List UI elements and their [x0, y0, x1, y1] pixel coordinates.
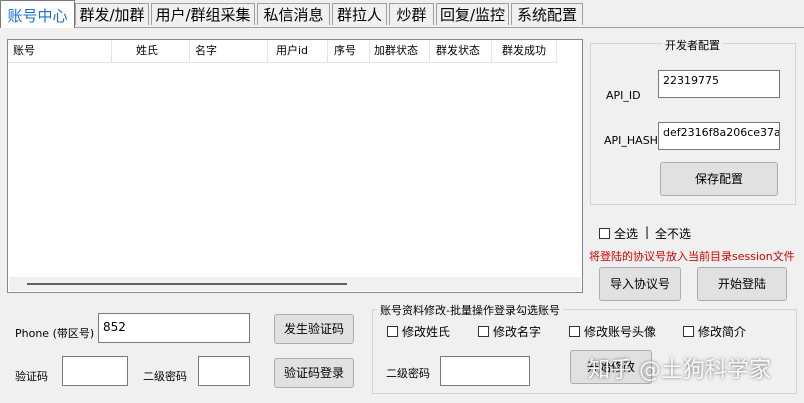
checkbox-box [387, 326, 398, 337]
select-all-label: 全选 [614, 227, 639, 241]
tab-private-message[interactable]: 私信消息 [257, 3, 330, 25]
table-header: 账号 姓氏 名字 用户id 序号 加群状态 群发状态 群发成功 [8, 40, 557, 63]
checkbox-box [569, 326, 580, 337]
column-header[interactable]: 姓氏 [112, 40, 190, 62]
checkbox-box [599, 228, 610, 239]
column-header[interactable]: 序号 [328, 40, 370, 62]
second-password-input[interactable] [198, 356, 250, 386]
api-id-input[interactable]: 22319775 [658, 70, 780, 98]
edit-bio-label: 修改简介 [698, 325, 747, 339]
selection-separator: | [645, 225, 650, 239]
code-input[interactable] [62, 356, 128, 386]
checkbox-box [683, 326, 694, 337]
tab-collect[interactable]: 用户/群组采集 [151, 3, 255, 25]
select-all-checkbox[interactable]: 全选 [599, 225, 638, 242]
code-login-button[interactable]: 验证码登录 [274, 358, 354, 388]
tab-bar: 账号中心 群发/加群 用户/群组采集 私信消息 群拉人 炒群 回复/监控 系统配… [0, 0, 804, 28]
edit-avatar-checkbox[interactable]: 修改账号头像 [569, 323, 656, 340]
watermark: 知乎 @土狗科学家 [588, 358, 771, 383]
send-code-button[interactable]: 发生验证码 [274, 314, 354, 344]
save-config-button[interactable]: 保存配置 [660, 162, 778, 196]
phone-label: Phone (带区号) [15, 327, 95, 340]
edit-bio-checkbox[interactable]: 修改简介 [683, 323, 746, 340]
tab-account-center[interactable]: 账号中心 [0, 0, 75, 28]
batch-second-password-input[interactable] [440, 356, 530, 386]
second-password-label: 二级密码 [143, 370, 187, 383]
phone-input[interactable]: 852 [98, 313, 250, 343]
edit-avatar-label: 修改账号头像 [584, 325, 657, 339]
tab-system-config[interactable]: 系统配置 [511, 3, 583, 25]
edit-lastname-checkbox[interactable]: 修改姓氏 [387, 323, 450, 340]
session-hint: 将登陆的协议号放入当前目录session文件 [589, 250, 795, 263]
batch-second-password-label: 二级密码 [386, 367, 430, 380]
tab-hype-group[interactable]: 炒群 [389, 3, 434, 25]
column-header[interactable]: 群发成功 [492, 40, 557, 62]
api-id-label: API_ID [606, 89, 641, 102]
start-login-button[interactable]: 开始登陆 [697, 267, 787, 301]
code-label: 验证码 [15, 370, 48, 383]
column-header[interactable]: 群发状态 [430, 40, 492, 62]
tab-group-send[interactable]: 群发/加群 [75, 3, 149, 25]
tab-reply-monitor[interactable]: 回复/监控 [436, 3, 509, 25]
column-header[interactable]: 账号 [8, 40, 112, 62]
edit-firstname-checkbox[interactable]: 修改名字 [478, 323, 541, 340]
edit-lastname-label: 修改姓氏 [402, 325, 451, 339]
batch-edit-title: 账号资料修改-批量操作登录勾选账号 [377, 302, 563, 318]
developer-config-title: 开发者配置 [662, 37, 723, 53]
column-header[interactable]: 加群状态 [370, 40, 430, 62]
import-account-button[interactable]: 导入协议号 [599, 267, 681, 301]
account-table[interactable]: 账号 姓氏 名字 用户id 序号 加群状态 群发状态 群发成功 [7, 39, 583, 293]
api-hash-input[interactable]: def2316f8a206ce37a6f [658, 122, 780, 150]
checkbox-box [478, 326, 489, 337]
api-hash-label: API_HASH [604, 134, 658, 147]
scrollbar-thumb[interactable] [27, 283, 347, 285]
horizontal-scrollbar[interactable] [9, 277, 581, 291]
tab-invite[interactable]: 群拉人 [332, 3, 387, 25]
edit-firstname-label: 修改名字 [493, 325, 542, 339]
column-header[interactable]: 用户id [268, 40, 328, 62]
column-header[interactable]: 名字 [190, 40, 268, 62]
select-none-link[interactable]: 全不选 [655, 225, 691, 242]
